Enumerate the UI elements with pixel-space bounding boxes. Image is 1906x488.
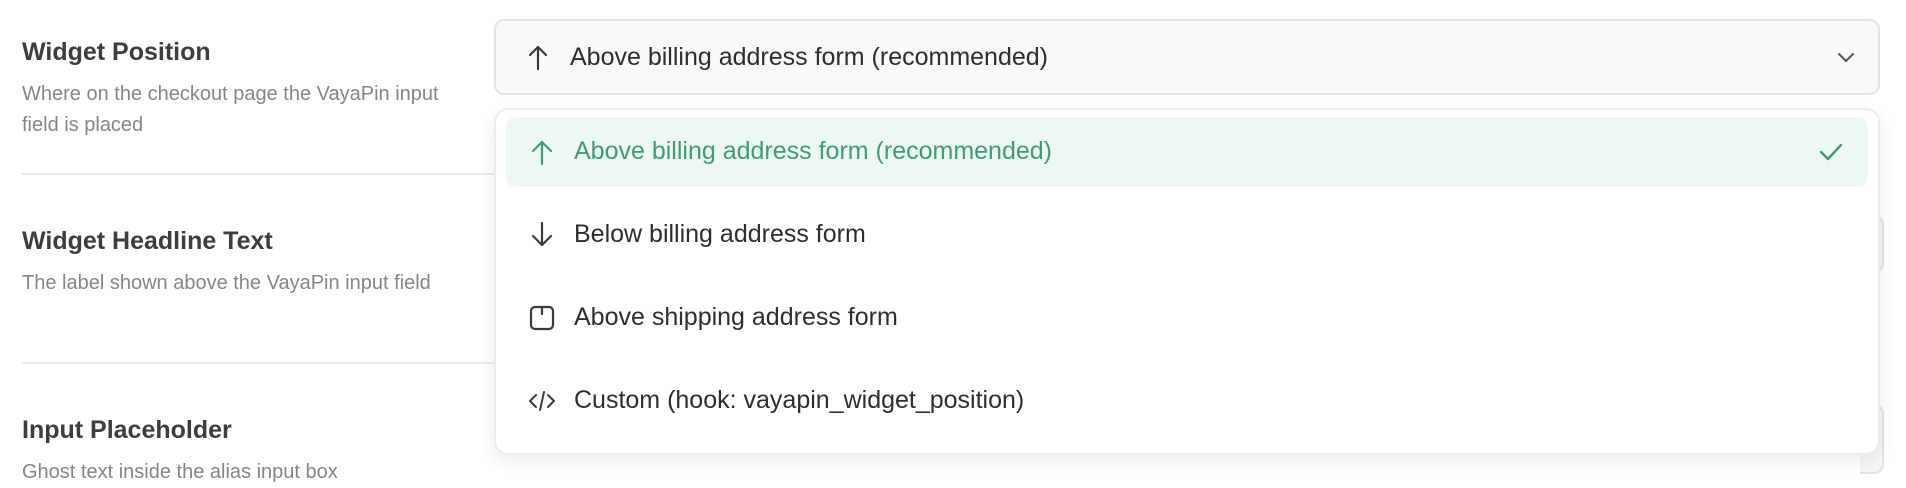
option-below-billing[interactable]: Below billing address form <box>506 200 1868 270</box>
setting-description: Where on the checkout page the VayaPin i… <box>22 83 439 136</box>
divider <box>22 362 522 364</box>
setting-description: Ghost text inside the alias input box <box>22 461 338 483</box>
select-value: Above billing address form (recommended) <box>570 42 1048 71</box>
option-custom-hook[interactable]: Custom (hook: vayapin_widget_position) <box>506 366 1868 436</box>
option-label: Above billing address form (recommended) <box>574 137 1052 165</box>
chevron-down-icon <box>1838 53 1854 62</box>
setting-input-placeholder: Input Placeholder Ghost text inside the … <box>22 416 442 488</box>
check-icon <box>1819 143 1843 161</box>
arrow-up-icon <box>531 140 553 166</box>
option-above-billing[interactable]: Above billing address form (recommended) <box>506 117 1868 187</box>
option-label: Above shipping address form <box>574 303 898 331</box>
setting-title: Widget Position <box>22 38 211 66</box>
divider <box>22 173 522 175</box>
option-above-shipping[interactable]: Above shipping address form <box>506 283 1868 353</box>
widget-position-menu: Above billing address form (recommended)… <box>494 108 1880 455</box>
arrow-down-icon <box>531 221 553 247</box>
code-icon <box>529 391 555 411</box>
option-label: Below billing address form <box>574 220 866 248</box>
setting-title: Input Placeholder <box>22 416 232 444</box>
setting-widget-headline: Widget Headline Text The label shown abo… <box>22 227 442 299</box>
setting-widget-position: Widget Position Where on the checkout pa… <box>22 38 442 141</box>
setting-title: Widget Headline Text <box>22 227 273 255</box>
option-label: Custom (hook: vayapin_widget_position) <box>574 386 1025 414</box>
widget-position-select[interactable]: Above billing address form (recommended) <box>494 19 1880 95</box>
arrow-up-icon <box>528 45 548 71</box>
panel-top-icon <box>529 305 555 331</box>
setting-description: The label shown above the VayaPin input … <box>22 272 431 294</box>
